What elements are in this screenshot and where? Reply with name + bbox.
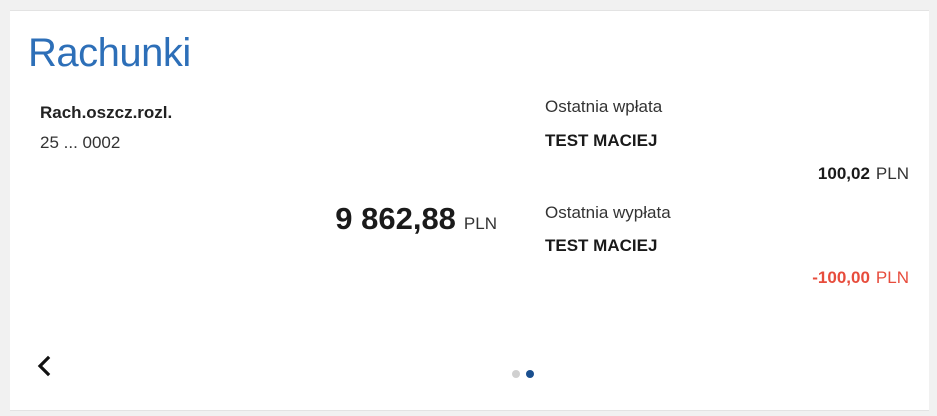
carousel-prev-button[interactable] <box>33 351 57 381</box>
last-withdrawal-name: TEST MACIEJ <box>545 236 658 255</box>
last-deposit-amount: 100,02 <box>817 164 870 183</box>
account-number: 25 ... 0002 <box>40 133 121 152</box>
section-title: Rachunki <box>28 31 191 75</box>
carousel-pagination <box>512 370 534 378</box>
last-withdrawal-currency: PLN <box>875 268 909 287</box>
last-deposit-name: TEST MACIEJ <box>545 131 658 150</box>
carousel-dot-1[interactable] <box>512 370 520 378</box>
balance-currency: PLN <box>463 214 497 233</box>
carousel-dot-2[interactable] <box>526 370 534 378</box>
account-name[interactable]: Rach.oszcz.rozl. <box>40 103 172 123</box>
last-withdrawal-amount: -100,00 <box>812 268 870 287</box>
last-deposit-currency: PLN <box>875 164 909 183</box>
chevron-left-icon <box>37 355 51 377</box>
accounts-card: Rachunki Rach.oszcz.rozl. 25 ... 0002 9 … <box>10 10 929 411</box>
account-balance: 9 862,88 PLN <box>335 201 497 237</box>
last-deposit-label: Ostatnia wpłata <box>545 97 663 116</box>
last-withdrawal-label: Ostatnia wypłata <box>545 203 671 222</box>
balance-amount: 9 862,88 <box>335 201 456 236</box>
last-deposit-amount-row: 100,02 PLN <box>818 164 909 184</box>
last-withdrawal-amount-row: -100,00 PLN <box>812 268 909 288</box>
